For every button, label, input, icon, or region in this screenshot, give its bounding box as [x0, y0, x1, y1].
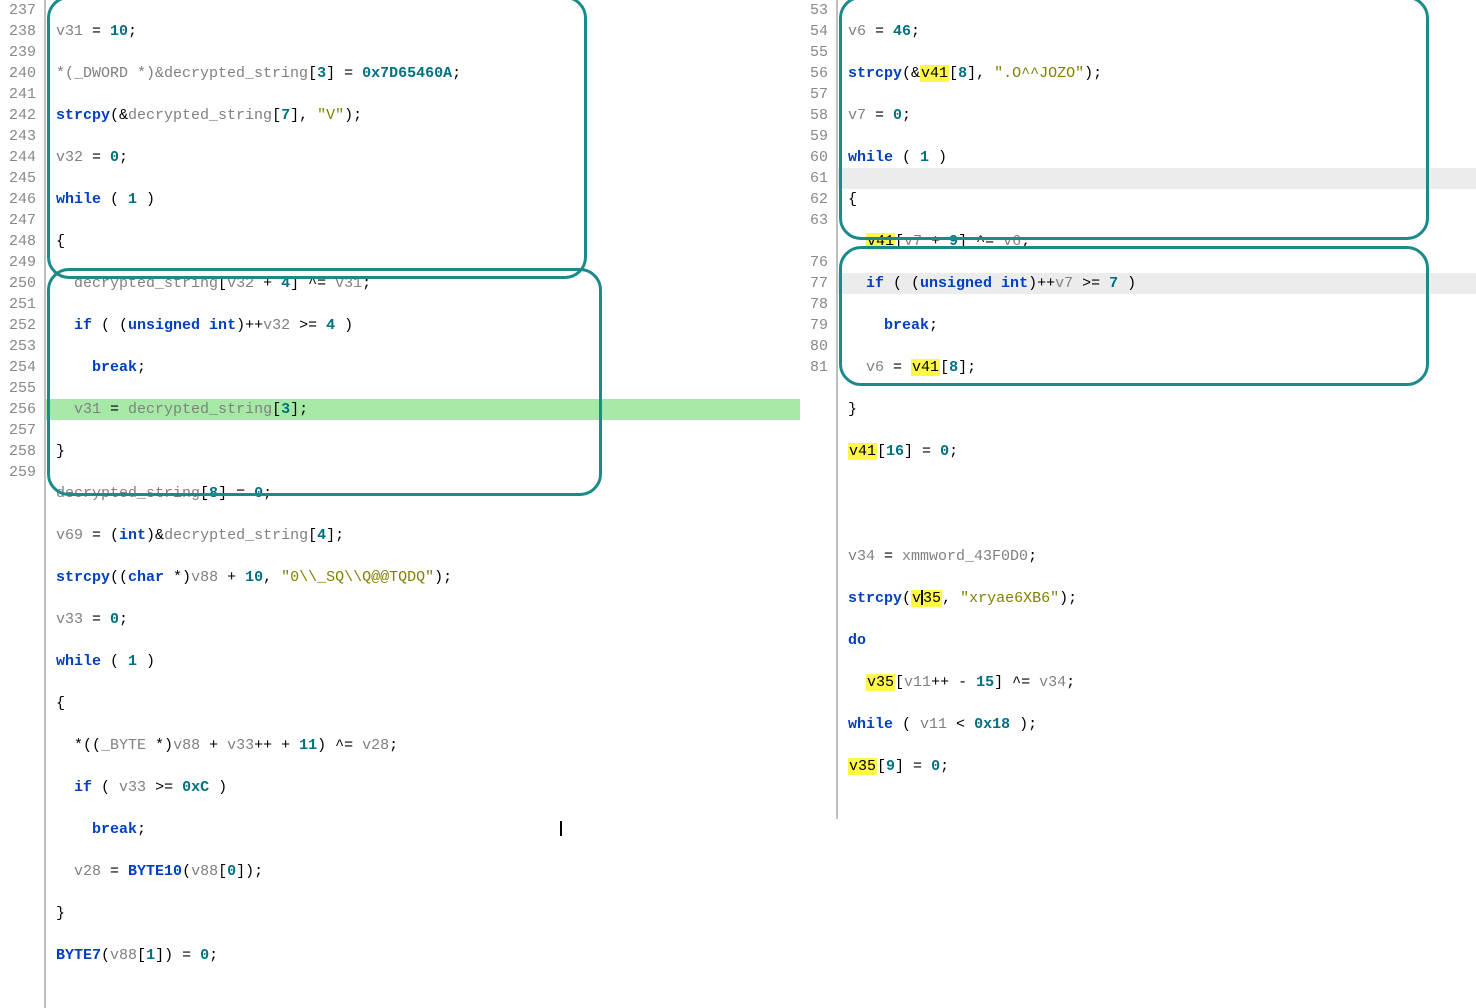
code-line: strcpy(&decrypted_string[7], "V");: [56, 105, 562, 126]
left-panel: 2372382392402412422432442452462472482492…: [0, 0, 800, 538]
line-number: 54: [800, 21, 828, 42]
code-line: do: [848, 630, 1136, 651]
code-line: BYTE7(v88[1]) = 0;: [56, 945, 562, 966]
text-cursor: [560, 821, 562, 836]
code-line: }: [56, 903, 562, 924]
line-number: 239: [0, 42, 36, 63]
line-number: 60: [800, 147, 828, 168]
line-number: 62: [800, 189, 828, 210]
code-line: v28 = BYTE10(v88[0]);: [56, 861, 562, 882]
right-code[interactable]: v6 = 46; strcpy(&v41[8], ".O^^JOZO"); v7…: [838, 0, 1136, 819]
code-line: while ( 1 ): [56, 189, 562, 210]
code-line: v33 = 0;: [56, 609, 562, 630]
line-number: 63: [800, 210, 828, 231]
left-gutter: 2372382392402412422432442452462472482492…: [0, 0, 44, 1008]
line-number: 247: [0, 210, 36, 231]
code-line: *(_DWORD *)&decrypted_string[3] = 0x7D65…: [56, 63, 562, 84]
code-line: strcpy((char *)v88 + 10, "0\\_SQ\\Q@@TQD…: [56, 567, 562, 588]
code-line: if ( (unsigned int)++v32 >= 4 ): [56, 315, 562, 336]
line-number: 76: [800, 252, 828, 273]
line-number: 243: [0, 126, 36, 147]
code-line: {: [56, 693, 562, 714]
line-number: 250: [0, 273, 36, 294]
code-line: break;: [56, 357, 562, 378]
line-number: 80: [800, 336, 828, 357]
line-number: 78: [800, 294, 828, 315]
code-line: v32 = 0;: [56, 147, 562, 168]
right-panel: 5354555657585960616263 767778798081 v6 = …: [800, 0, 1476, 538]
line-number: 246: [0, 189, 36, 210]
line-number: 55: [800, 42, 828, 63]
line-number: 61: [800, 168, 828, 189]
code-line: v6 = 46;: [848, 21, 1136, 42]
line-number: 253: [0, 336, 36, 357]
line-number: 53: [800, 0, 828, 21]
line-number: 59: [800, 126, 828, 147]
line-number: 57: [800, 84, 828, 105]
line-number: 248: [0, 231, 36, 252]
code-line: v69 = (int)&decrypted_string[4];: [56, 525, 562, 546]
left-code-area[interactable]: 2372382392402412422432442452462472482492…: [0, 0, 800, 1008]
code-line: v41[v7 + 9] ^= v6;: [848, 231, 1136, 252]
line-number: 257: [0, 420, 36, 441]
code-line: v7 = 0;: [848, 105, 1136, 126]
line-number: 251: [0, 294, 36, 315]
code-panels: 2372382392402412422432442452462472482492…: [0, 0, 1476, 538]
code-line: v31 = decrypted_string[3];: [56, 399, 562, 420]
code-gap: [848, 504, 1136, 525]
code-line: while ( 1 ): [848, 147, 1136, 168]
code-line: while ( v11 < 0x18 );: [848, 714, 1136, 735]
line-number: 258: [0, 441, 36, 462]
code-line: if ( (unsigned int)++v7 >= 7 ): [848, 273, 1136, 294]
line-number: 56: [800, 63, 828, 84]
text-cursor: [921, 590, 923, 605]
line-number: 81: [800, 357, 828, 378]
line-number: 255: [0, 378, 36, 399]
line-number: 256: [0, 399, 36, 420]
line-number: 58: [800, 105, 828, 126]
code-line: if ( v33 >= 0xC ): [56, 777, 562, 798]
line-number: 254: [0, 357, 36, 378]
line-number: 245: [0, 168, 36, 189]
line-number: [800, 231, 828, 252]
code-line: v34 = xmmword_43F0D0;: [848, 546, 1136, 567]
code-line: break;: [848, 315, 1136, 336]
code-line: while ( 1 ): [56, 651, 562, 672]
code-line: v35[v11++ - 15] ^= v34;: [848, 672, 1136, 693]
code-line: }: [848, 399, 1136, 420]
code-line: v31 = 10;: [56, 21, 562, 42]
code-line: strcpy(v35, "xryae6XB6");: [848, 588, 1136, 609]
code-line: v6 = v41[8];: [848, 357, 1136, 378]
line-number: 244: [0, 147, 36, 168]
code-line: v41[16] = 0;: [848, 441, 1136, 462]
code-line: v35[9] = 0;: [848, 756, 1136, 777]
line-number: 238: [0, 21, 36, 42]
left-code[interactable]: v31 = 10; *(_DWORD *)&decrypted_string[3…: [46, 0, 562, 1008]
right-code-area[interactable]: 5354555657585960616263 767778798081 v6 = …: [800, 0, 1476, 819]
line-number: 252: [0, 315, 36, 336]
line-number: 240: [0, 63, 36, 84]
line-number: 241: [0, 84, 36, 105]
code-line: {: [848, 189, 1136, 210]
line-number: 242: [0, 105, 36, 126]
code-line: strcpy(&v41[8], ".O^^JOZO");: [848, 63, 1136, 84]
code-line: {: [56, 231, 562, 252]
line-number: 249: [0, 252, 36, 273]
code-line: *((_BYTE *)v88 + v33++ + 11) ^= v28;: [56, 735, 562, 756]
line-number: 259: [0, 462, 36, 483]
right-gutter: 5354555657585960616263 767778798081: [800, 0, 836, 819]
line-number: 77: [800, 273, 828, 294]
code-line: break;: [56, 819, 562, 840]
line-number: 79: [800, 315, 828, 336]
code-line: decrypted_string[8] = 0;: [56, 483, 562, 504]
code-line: }: [56, 441, 562, 462]
line-number: 237: [0, 0, 36, 21]
code-line: decrypted_string[v32 + 4] ^= v31;: [56, 273, 562, 294]
